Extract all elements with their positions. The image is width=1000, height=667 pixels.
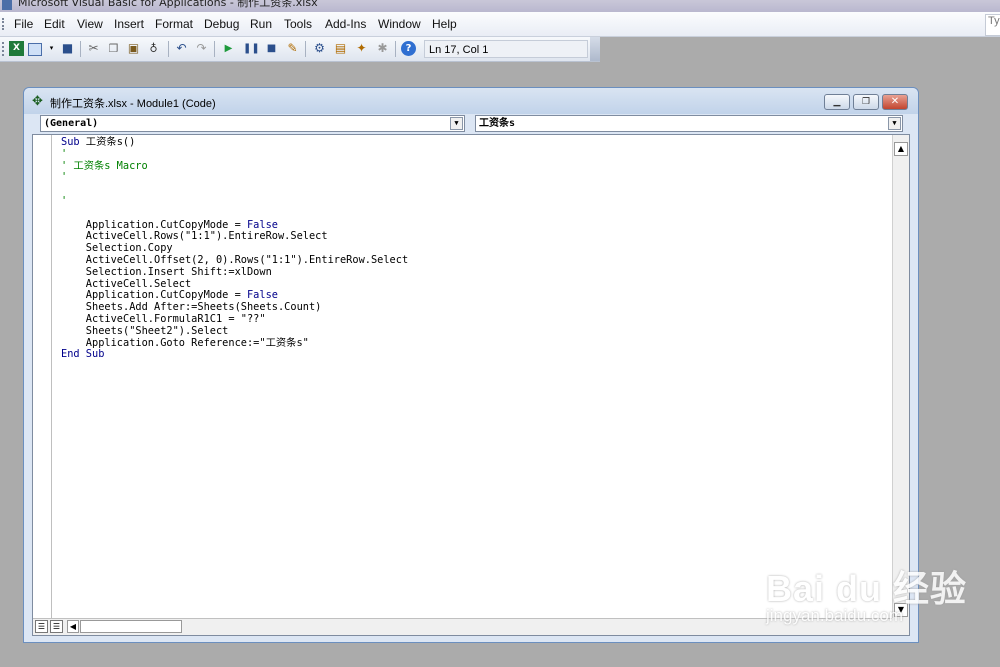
code-line[interactable]: End Sub bbox=[61, 348, 408, 361]
minimize-button[interactable]: ▁ bbox=[824, 94, 850, 110]
code-line[interactable]: ActiveCell.FormulaR1C1 = "??" bbox=[61, 313, 408, 326]
menu-insert[interactable]: Insert bbox=[114, 17, 144, 31]
code-text[interactable]: Sub 工资条s() ' ' 工资条s Macro ' ' Application.C… bbox=[61, 136, 408, 361]
code-line[interactable]: Sub 工资条s() bbox=[61, 136, 408, 149]
code-line[interactable]: ActiveCell.Offset(2, 0).Rows("1:1").Enti… bbox=[61, 254, 408, 267]
paste-icon[interactable]: ▣ bbox=[126, 41, 141, 56]
breakpoint-margin[interactable] bbox=[33, 135, 52, 619]
menu-bar: File Edit View Insert Format Debug Run T… bbox=[0, 12, 1000, 37]
toolbar-grip-handle[interactable] bbox=[2, 42, 7, 56]
toolbox-icon[interactable]: ✱ bbox=[375, 41, 390, 56]
object-combo-value: (General) bbox=[44, 118, 99, 129]
menu-grip-handle[interactable] bbox=[2, 18, 7, 30]
menu-file[interactable]: File bbox=[14, 17, 33, 31]
code-window-title-bar[interactable]: ✥ 制作工资条.xlsx - Module1 (Code) ▁ ❐ ✕ bbox=[24, 88, 918, 114]
procedure-combo[interactable]: 工资条s ▼ bbox=[475, 115, 903, 132]
help-icon[interactable]: ? bbox=[401, 41, 416, 56]
run-icon[interactable]: ▶ bbox=[221, 41, 236, 56]
module-icon: ✥ bbox=[32, 94, 43, 109]
baidu-jingyan-watermark: Bai du 经验 jingyan.baidu.com bbox=[766, 560, 967, 626]
chevron-down-icon[interactable]: ▼ bbox=[450, 117, 463, 130]
menu-view[interactable]: View bbox=[77, 17, 103, 31]
scroll-left-icon[interactable]: ◀ bbox=[67, 620, 79, 633]
toolbar-separator bbox=[305, 41, 306, 57]
toolbar-options-chevron[interactable] bbox=[590, 37, 600, 61]
break-icon[interactable]: ❚❚ bbox=[243, 41, 260, 56]
toolbar-separator bbox=[395, 41, 396, 57]
code-line[interactable]: Sheets("Sheet2").Select bbox=[61, 325, 408, 338]
scroll-up-icon[interactable]: ▲ bbox=[894, 142, 908, 156]
menu-edit[interactable]: Edit bbox=[44, 17, 65, 31]
insert-dropdown-icon[interactable]: ▾ bbox=[44, 41, 59, 56]
code-line[interactable]: ' bbox=[61, 195, 408, 208]
undo-icon[interactable]: ↶ bbox=[174, 41, 189, 56]
code-line[interactable]: Application.Goto Reference:="工资条s" bbox=[61, 337, 408, 350]
menu-format[interactable]: Format bbox=[155, 17, 193, 31]
code-line[interactable]: Selection.Insert Shift:=xlDown bbox=[61, 266, 408, 279]
view-excel-icon[interactable]: X bbox=[9, 41, 24, 56]
object-combo[interactable]: (General) ▼ bbox=[40, 115, 465, 132]
code-line[interactable] bbox=[61, 208, 408, 220]
app-title-bar: Microsoft Visual Basic for Applications … bbox=[0, 0, 1000, 12]
cursor-position-indicator: Ln 17, Col 1 bbox=[424, 40, 588, 58]
menu-run[interactable]: Run bbox=[250, 17, 272, 31]
horizontal-scroll-thumb[interactable] bbox=[80, 620, 182, 633]
watermark-brand: Bai du 经验 bbox=[766, 568, 968, 609]
code-window-title: 制作工资条.xlsx - Module1 (Code) bbox=[50, 98, 216, 110]
type-question-box[interactable]: Typ bbox=[985, 14, 1000, 36]
code-line[interactable]: ' 工资条s Macro bbox=[61, 160, 408, 173]
design-mode-icon[interactable]: ✎ bbox=[285, 41, 300, 56]
project-explorer-icon[interactable]: ⚙ bbox=[312, 41, 327, 56]
close-button[interactable]: ✕ bbox=[882, 94, 908, 110]
menu-help[interactable]: Help bbox=[432, 17, 457, 31]
code-line[interactable]: ' bbox=[61, 148, 408, 161]
procedure-view-icon[interactable]: ☰ bbox=[35, 620, 48, 633]
procedure-combo-value: 工资条s bbox=[479, 118, 516, 129]
menu-debug[interactable]: Debug bbox=[204, 17, 239, 31]
cut-icon[interactable]: ✂ bbox=[86, 41, 101, 56]
toolbar-separator bbox=[168, 41, 169, 57]
code-line[interactable] bbox=[61, 184, 408, 196]
insert-userform-icon[interactable] bbox=[28, 43, 42, 56]
vba-app-icon bbox=[2, 0, 12, 10]
redo-icon[interactable]: ↷ bbox=[194, 41, 209, 56]
find-icon[interactable]: ♁ bbox=[146, 41, 161, 56]
chevron-down-icon[interactable]: ▼ bbox=[888, 117, 901, 130]
menu-window[interactable]: Window bbox=[378, 17, 421, 31]
copy-icon[interactable]: ❐ bbox=[106, 41, 121, 56]
toolbar-separator bbox=[80, 41, 81, 57]
save-icon[interactable]: ■ bbox=[60, 41, 75, 56]
full-module-view-icon[interactable]: ☰ bbox=[50, 620, 63, 633]
toolbar-separator bbox=[214, 41, 215, 57]
object-browser-icon[interactable]: ✦ bbox=[354, 41, 369, 56]
restore-button[interactable]: ❐ bbox=[853, 94, 879, 110]
menu-addins[interactable]: Add-Ins bbox=[325, 17, 366, 31]
app-title: Microsoft Visual Basic for Applications … bbox=[18, 0, 318, 9]
menu-tools[interactable]: Tools bbox=[284, 17, 312, 31]
code-line[interactable]: ' bbox=[61, 172, 408, 184]
properties-window-icon[interactable]: ▤ bbox=[333, 41, 348, 56]
reset-icon[interactable]: ■ bbox=[264, 41, 279, 56]
vertical-scrollbar[interactable]: ▲ ▼ bbox=[892, 135, 909, 619]
